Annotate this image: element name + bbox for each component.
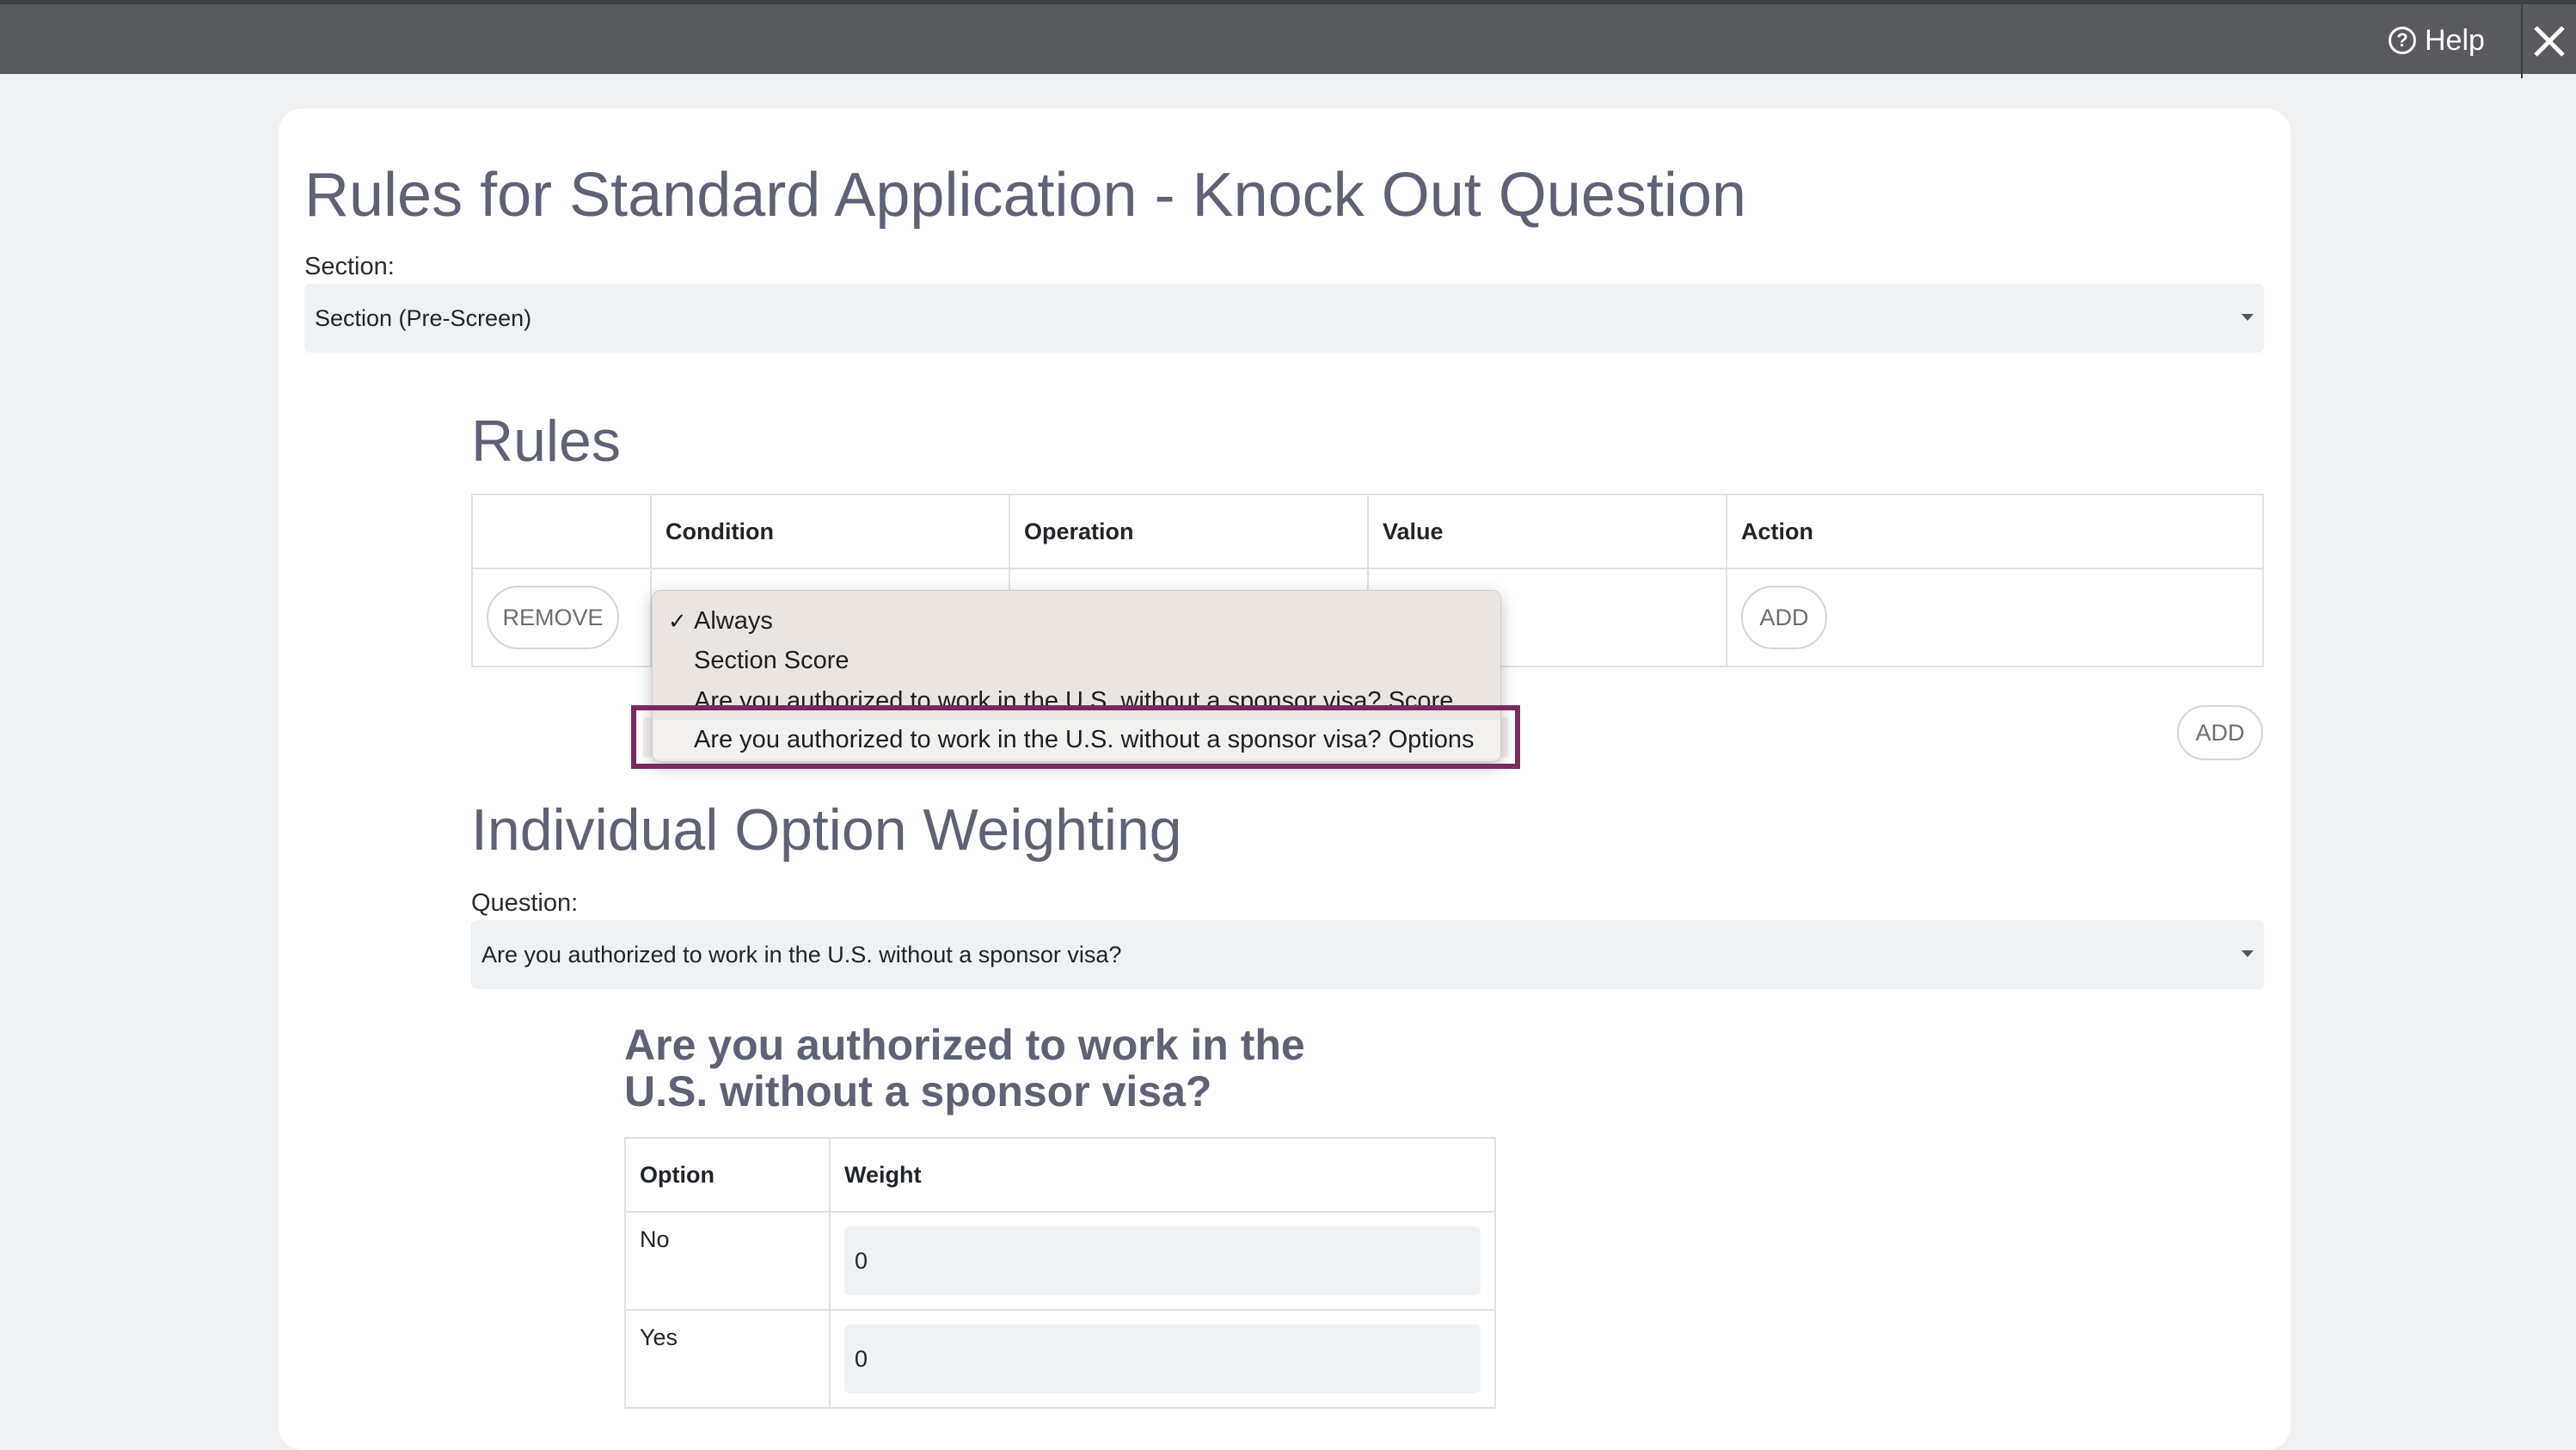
weight-input-yes[interactable] [844, 1324, 1481, 1393]
dropdown-option-label: Section Score [694, 646, 849, 674]
option-cell: Yes [624, 1309, 831, 1409]
rules-cell-remove: REMOVE [471, 568, 652, 667]
remove-rule-button[interactable]: REMOVE [487, 586, 619, 649]
section-select[interactable]: Section (Pre-Screen) [304, 284, 2264, 353]
table-row: No [624, 1211, 1496, 1311]
rules-cell-action: ADD [1726, 568, 2264, 667]
add-action-button[interactable]: ADD [1741, 586, 1827, 649]
rules-col-blank [471, 494, 652, 569]
question-circle-icon: ? [2389, 27, 2416, 54]
question-title: Are you authorized to work in the U.S. w… [624, 1021, 1305, 1115]
dropdown-option-section-score[interactable]: Section Score [653, 641, 1500, 680]
help-button[interactable]: ? Help [2389, 20, 2485, 61]
dropdown-option-always[interactable]: ✓ Always [653, 601, 1500, 641]
option-col-option: Option [624, 1137, 831, 1213]
section-select-value: Section (Pre-Screen) [315, 304, 532, 331]
question-select-value: Are you authorized to work in the U.S. w… [481, 941, 1122, 968]
dropdown-option-label: Are you authorized to work in the U.S. w… [694, 687, 1454, 706]
rules-heading: Rules [471, 409, 621, 474]
chevron-down-icon [2242, 950, 2254, 957]
rules-header-row: Condition Operation Value Action [471, 494, 2264, 569]
weight-cell [829, 1309, 1496, 1409]
rules-col-action: Action [1726, 494, 2264, 569]
dropdown-option-label: Are you authorized to work in the U.S. w… [694, 725, 1475, 753]
dropdown-option-label: Always [694, 606, 773, 635]
add-rule-button[interactable]: ADD [2177, 705, 2263, 760]
section-label: Section: [304, 253, 395, 280]
dropdown-option-visa-options[interactable]: Are you authorized to work in the U.S. w… [653, 720, 1500, 759]
rules-col-condition: Condition [650, 494, 1010, 569]
weighting-heading: Individual Option Weighting [471, 797, 1182, 863]
top-bar: ? Help [0, 0, 2576, 78]
page-title: Rules for Standard Application - Knock O… [304, 161, 1746, 230]
close-button[interactable] [2523, 4, 2576, 78]
question-label: Question: [471, 889, 579, 917]
close-icon [2534, 26, 2565, 57]
help-label: Help [2425, 23, 2485, 57]
dropdown-option-visa-score[interactable]: Are you authorized to work in the U.S. w… [653, 680, 1500, 706]
option-weight-table: Option Weight No Yes [624, 1137, 1496, 1409]
checkmark-icon: ✓ [668, 607, 687, 634]
rules-col-value: Value [1367, 494, 1727, 569]
rules-col-operation: Operation [1009, 494, 1369, 569]
condition-dropdown-menu: ✓ Always Section Score Are you authorize… [652, 590, 1501, 762]
option-header-row: Option Weight [624, 1137, 1496, 1213]
option-col-weight: Weight [829, 1137, 1496, 1213]
chevron-down-icon [2242, 314, 2254, 321]
option-cell: No [624, 1211, 831, 1311]
question-select[interactable]: Are you authorized to work in the U.S. w… [471, 920, 2264, 989]
weight-input-no[interactable] [844, 1226, 1481, 1295]
weight-cell [829, 1211, 1496, 1311]
table-row: Yes [624, 1309, 1496, 1409]
